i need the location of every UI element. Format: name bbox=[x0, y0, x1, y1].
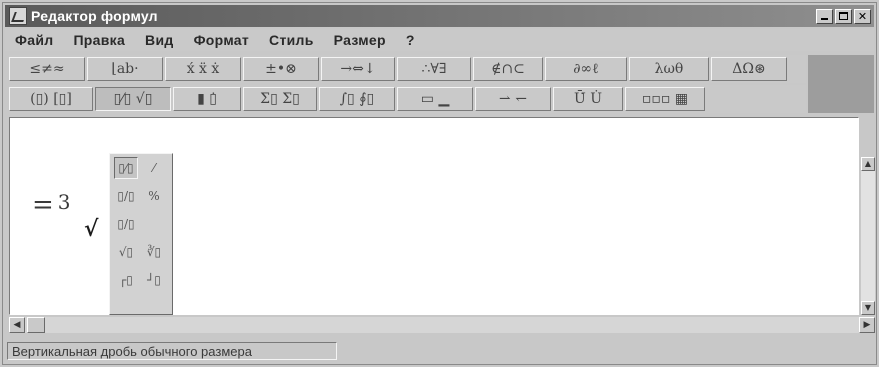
products-palette-icon[interactable]: Ū̇ U̇ bbox=[553, 87, 623, 111]
fences-palette-icon[interactable]: (▯) [▯] bbox=[9, 87, 93, 111]
slash-fraction-icon[interactable]: ▯/▯ bbox=[114, 185, 138, 207]
greek-uppercase-palette-icon[interactable]: ΔΩ⊛ bbox=[711, 57, 787, 81]
menu-help[interactable]: ? bbox=[396, 32, 425, 48]
spacing-palette-icon[interactable]: ⌊ab· bbox=[87, 57, 163, 81]
scroll-up-icon[interactable]: ▲ bbox=[861, 157, 875, 171]
embellishments-palette-icon[interactable]: x́ ẍ ẋ bbox=[165, 57, 241, 81]
subscripts-palette-icon[interactable]: ▮ ▯̇ bbox=[173, 87, 241, 111]
formula-number: 3 bbox=[57, 190, 71, 214]
toolbar-empty-area bbox=[808, 55, 874, 113]
scroll-down-icon[interactable]: ▼ bbox=[861, 301, 875, 315]
symbols-toolbar: ≤≠≈ ⌊ab· x́ ẍ ẋ ±•⊗ →⇔↓ ∴∀∃ ∉∩⊂ ∂∞ℓ λωθ … bbox=[9, 55, 806, 83]
long-division-icon[interactable]: ┌▯ bbox=[114, 269, 138, 291]
menu-style[interactable]: Стиль bbox=[259, 32, 324, 48]
arrows-palette-icon[interactable]: →⇔↓ bbox=[321, 57, 395, 81]
formula-content: = 3 √ bbox=[32, 190, 98, 242]
inline-slash-fraction-icon[interactable]: ▯/▯ bbox=[114, 213, 138, 235]
greek-lowercase-palette-icon[interactable]: λωθ bbox=[629, 57, 709, 81]
window-title: Редактор формул bbox=[31, 8, 158, 24]
square-root-icon[interactable]: √▯ bbox=[114, 241, 138, 263]
templates-toolbar: (▯) [▯] ▯⁄▯ √▯ ▮ ▯̇ Σ▯ Σ▯ ∫▯ ∮▯ ▭ ▁ ⇀ ↽ … bbox=[9, 85, 806, 113]
logic-palette-icon[interactable]: ∴∀∃ bbox=[397, 57, 471, 81]
title-bar[interactable]: Редактор формул ✕ bbox=[5, 5, 874, 27]
scroll-thumb[interactable] bbox=[27, 317, 45, 333]
long-division-alt-icon[interactable]: ┘▯ bbox=[142, 269, 166, 291]
small-slash-fraction-icon[interactable]: % bbox=[142, 185, 166, 207]
maximize-button[interactable] bbox=[835, 8, 852, 24]
misc-symbols-palette-icon[interactable]: ∂∞ℓ bbox=[545, 57, 627, 81]
operators-palette-icon[interactable]: ±•⊗ bbox=[243, 57, 319, 81]
matrices-palette-icon[interactable]: ▫▫▫ ▦ bbox=[625, 87, 705, 111]
nth-root-icon[interactable]: ∛▯ bbox=[142, 241, 166, 263]
window-controls: ✕ bbox=[816, 8, 871, 24]
full-fraction-icon[interactable]: ▯⁄▯ bbox=[114, 157, 138, 179]
fractions-radicals-dropdown: ▯⁄▯ ⁄ ▯/▯ % ▯/▯ √▯ ∛▯ ┌▯ ┘▯ bbox=[109, 153, 173, 315]
minimize-button[interactable] bbox=[816, 8, 833, 24]
relations-palette-icon[interactable]: ≤≠≈ bbox=[9, 57, 85, 81]
sets-palette-icon[interactable]: ∉∩⊂ bbox=[473, 57, 543, 81]
radical-icon: √ bbox=[84, 216, 99, 242]
menu-size[interactable]: Размер bbox=[324, 32, 396, 48]
underbars-overbars-palette-icon[interactable]: ▭ ▁ bbox=[397, 87, 473, 111]
menu-bar: Файл Правка Вид Формат Стиль Размер ? bbox=[5, 29, 874, 51]
fractions-radicals-palette-icon[interactable]: ▯⁄▯ √▯ bbox=[95, 87, 171, 111]
horizontal-scrollbar[interactable]: ◀ ▶ bbox=[9, 317, 875, 333]
status-text: Вертикальная дробь обычного размера bbox=[7, 342, 337, 360]
integrals-palette-icon[interactable]: ∫▯ ∮▯ bbox=[319, 87, 395, 111]
small-fraction-icon[interactable]: ⁄ bbox=[142, 157, 166, 179]
vertical-scrollbar[interactable]: ▲ ▼ bbox=[861, 157, 875, 315]
app-icon[interactable] bbox=[9, 7, 27, 25]
formula-editor-window: Редактор формул ✕ Файл Правка Вид Формат… bbox=[2, 2, 877, 365]
menu-format[interactable]: Формат bbox=[184, 32, 259, 48]
equals-sign: = bbox=[32, 190, 54, 220]
menu-file[interactable]: Файл bbox=[5, 32, 63, 48]
menu-view[interactable]: Вид bbox=[135, 32, 184, 48]
close-button[interactable]: ✕ bbox=[854, 8, 871, 24]
labeled-arrows-palette-icon[interactable]: ⇀ ↽ bbox=[475, 87, 551, 111]
summations-palette-icon[interactable]: Σ▯ Σ▯ bbox=[243, 87, 317, 111]
scroll-right-icon[interactable]: ▶ bbox=[859, 317, 875, 333]
menu-edit[interactable]: Правка bbox=[63, 32, 135, 48]
scroll-left-icon[interactable]: ◀ bbox=[9, 317, 25, 333]
status-bar: Вертикальная дробь обычного размера bbox=[7, 341, 872, 361]
